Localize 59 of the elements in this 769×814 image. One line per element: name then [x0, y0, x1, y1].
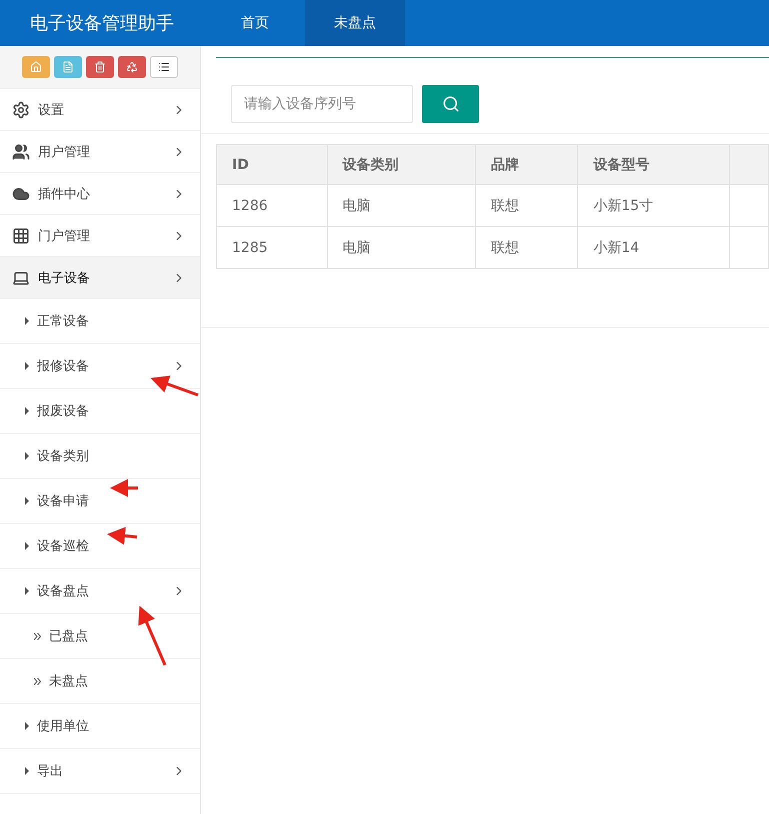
column-header: 设备类别 [327, 144, 476, 184]
triangle-icon [25, 452, 29, 460]
sidebar-item[interactable]: 未盘点 [0, 659, 200, 704]
annotation-arrow [107, 526, 138, 545]
triangle-icon [25, 542, 29, 550]
table-cell: 1285 [216, 226, 328, 268]
file-button[interactable] [54, 56, 82, 78]
sidebar-item[interactable]: 设备申请 [0, 479, 200, 524]
double-chevron-icon [34, 632, 41, 640]
triangle-icon [25, 722, 29, 730]
users-icon [12, 142, 30, 160]
triangle-icon [25, 362, 29, 370]
sidebar-item[interactable]: 设备巡检 [0, 524, 200, 569]
sidebar-item[interactable]: 报修设备 [0, 344, 200, 389]
annotation-arrow [110, 479, 138, 497]
sidebar-item[interactable]: 设备盘点 [0, 569, 200, 614]
sidebar-item[interactable]: 导出 [0, 749, 200, 794]
triangle-icon [25, 407, 29, 415]
sidebar-item[interactable]: 已盘点 [0, 614, 200, 659]
column-header: 品牌 [476, 144, 578, 184]
settings-icon [12, 100, 30, 118]
trash-icon [94, 61, 106, 73]
table-cell: 1286 [216, 184, 328, 226]
triangle-icon [25, 497, 29, 505]
triangle-icon [25, 317, 29, 325]
table-cell: 小新15寸 [578, 184, 730, 226]
table-cell: 电脑 [327, 184, 476, 226]
list-button[interactable] [150, 56, 178, 78]
triangle-icon [25, 587, 29, 595]
recycle-button[interactable] [118, 56, 146, 78]
nav-tab[interactable]: 首页 [205, 0, 305, 46]
sidebar-item[interactable]: 使用单位 [0, 704, 200, 749]
column-header: 设备型号 [578, 144, 730, 184]
column-header: ID [216, 144, 328, 184]
table-cell: 联想 [476, 226, 578, 268]
table-cell: 电脑 [327, 226, 476, 268]
sidebar-item[interactable]: 设备类别 [0, 434, 200, 479]
double-chevron-icon [34, 678, 41, 684]
grid-icon [12, 226, 30, 244]
table-cell: 联想 [476, 184, 578, 226]
sidebar-item[interactable]: 插件中心 [0, 173, 200, 215]
table-cell: 小新14 [578, 226, 730, 268]
file-icon [62, 61, 74, 73]
recycle-icon [126, 61, 138, 73]
trash-button[interactable] [86, 56, 114, 78]
sidebar-item[interactable]: 正常设备 [0, 299, 200, 344]
app-title: 电子设备管理助手 [29, 12, 175, 36]
annotation-arrow [138, 606, 166, 666]
annotation-arrow [150, 376, 198, 396]
search-button[interactable] [422, 85, 479, 123]
nav-tab[interactable]: 未盘点 [305, 0, 405, 46]
sidebar-item[interactable]: 电子设备 [0, 257, 200, 299]
home-icon [30, 61, 42, 73]
sidebar-item[interactable]: 用户管理 [0, 131, 200, 173]
search-field[interactable]: 请输入设备序列号 [231, 85, 413, 123]
search-icon [442, 95, 460, 113]
sidebar-item[interactable]: 报废设备 [0, 389, 200, 434]
triangle-icon [25, 767, 29, 775]
sidebar-item[interactable]: 设置 [0, 89, 200, 131]
